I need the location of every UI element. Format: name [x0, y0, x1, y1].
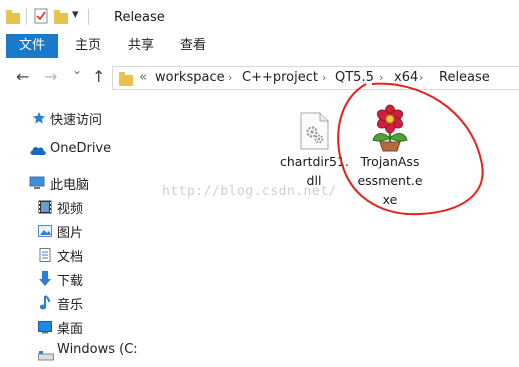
- picture-icon: [38, 223, 52, 237]
- tab-home[interactable]: 主页: [75, 34, 101, 58]
- file-name: essment.e: [357, 173, 423, 188]
- title-bar: ▾ Release: [0, 0, 519, 34]
- dll-file-icon: [280, 112, 348, 152]
- sidebar-item-desktop[interactable]: 桌面: [0, 315, 138, 337]
- sidebar-item-label: 快速访问: [50, 113, 103, 128]
- tab-file[interactable]: 文件: [6, 34, 58, 58]
- sidebar-item-label: Windows (C:): [57, 342, 143, 357]
- sidebar-item-downloads[interactable]: 下载: [0, 267, 138, 289]
- breadcrumb-x64[interactable]: x64: [394, 67, 418, 89]
- breadcrumb-separator[interactable]: ›: [379, 67, 383, 89]
- breadcrumb-separator[interactable]: ›: [228, 67, 232, 89]
- file-name: chartdir51.: [280, 154, 349, 169]
- address-bar[interactable]: « workspace › C++project › QT5.5 › x64 ›…: [112, 66, 519, 90]
- sidebar-item-windows-c[interactable]: Windows (C:): [0, 339, 143, 361]
- breadcrumb-cppproject[interactable]: C++project: [242, 67, 318, 89]
- sidebar-item-onedrive[interactable]: OneDrive: [0, 138, 138, 160]
- breadcrumb-workspace[interactable]: workspace: [155, 67, 225, 89]
- sidebar-item-label: 图片: [57, 226, 84, 241]
- toolbar-divider: [88, 9, 89, 25]
- music-icon: [38, 295, 52, 310]
- navigation-bar: ← → ⌄ ↑ « workspace › C++project › QT5.5…: [0, 58, 519, 98]
- sidebar-item-quick-access[interactable]: 快速访问: [0, 106, 138, 128]
- breadcrumb-separator[interactable]: ›: [322, 67, 326, 89]
- sidebar-item-label: 下载: [57, 274, 84, 289]
- file-name: TrojanAss: [360, 154, 420, 169]
- sidebar-item-music[interactable]: 音乐: [0, 291, 138, 313]
- watermark: http://blog.csdn.net/: [162, 184, 337, 199]
- sidebar-item-videos[interactable]: 视频: [0, 195, 138, 217]
- breadcrumb-separator[interactable]: ›: [419, 67, 423, 89]
- up-icon[interactable]: ↑: [92, 67, 105, 86]
- sidebar-item-label: 音乐: [57, 298, 84, 313]
- flower-exe-icon: [350, 104, 430, 152]
- sidebar-item-label: 视频: [57, 202, 84, 217]
- download-icon: [38, 271, 52, 286]
- star-icon: [32, 110, 46, 124]
- recent-locations-icon[interactable]: ⌄: [72, 63, 82, 77]
- sidebar-item-documents[interactable]: 文档: [0, 243, 138, 265]
- sidebar-item-label: OneDrive: [50, 141, 112, 156]
- ribbon-tabs: 文件 主页 共享 查看: [0, 34, 519, 59]
- breadcrumb-overflow[interactable]: «: [139, 67, 147, 89]
- properties-icon[interactable]: [34, 8, 48, 28]
- file-item-chartdir[interactable]: chartdir51. dll: [280, 112, 349, 190]
- sidebar-item-label: 桌面: [57, 322, 84, 337]
- tab-view[interactable]: 查看: [180, 34, 206, 58]
- breadcrumb-qt55[interactable]: QT5.5: [335, 67, 374, 89]
- drive-icon: [38, 346, 54, 361]
- video-icon: [38, 199, 52, 214]
- sidebar-item-label: 文档: [57, 250, 84, 265]
- back-icon[interactable]: ←: [16, 67, 29, 86]
- sidebar-item-this-pc[interactable]: 此电脑: [0, 171, 138, 193]
- breadcrumb-release[interactable]: Release: [439, 67, 490, 89]
- window-title: Release: [114, 10, 165, 25]
- desktop-icon: [38, 319, 52, 334]
- forward-icon[interactable]: →: [44, 67, 57, 86]
- customize-toolbar-icon[interactable]: ▾: [72, 7, 79, 22]
- file-name: xe: [382, 192, 398, 207]
- tab-share[interactable]: 共享: [128, 34, 154, 58]
- document-icon: [38, 247, 52, 262]
- toolbar-divider: [26, 9, 27, 25]
- file-list: chartdir51. dll TrojanAss essment.e xe: [138, 98, 519, 367]
- file-item-trojanassessment[interactable]: TrojanAss essment.e xe: [350, 104, 430, 209]
- sidebar-item-label: 此电脑: [50, 178, 90, 193]
- navigation-pane: 快速访问 OneDrive 此电脑 视频 图片 文档 下载 音乐 桌面 Wind…: [0, 98, 143, 367]
- sidebar-item-pictures[interactable]: 图片: [0, 219, 138, 241]
- computer-icon: [29, 175, 45, 189]
- cloud-icon: [29, 142, 47, 156]
